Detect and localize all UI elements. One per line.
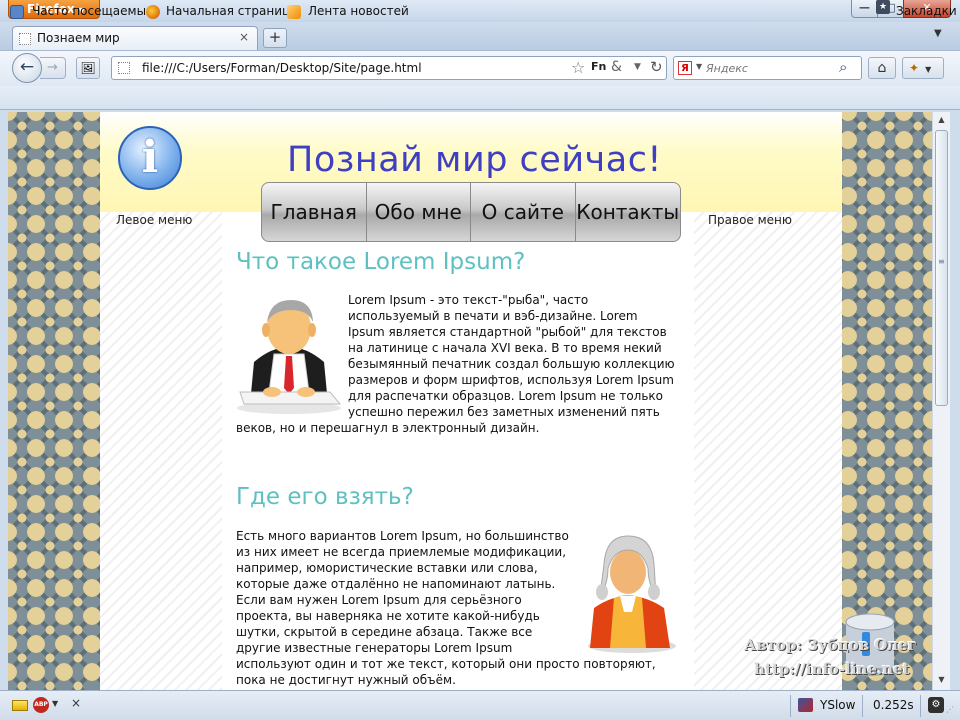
nav-item-about-site[interactable]: О сайте (471, 183, 576, 241)
addon-bar-icon[interactable] (12, 700, 28, 711)
blank-page-icon (118, 62, 130, 74)
section-paragraph: Lorem Ipsum - это текст-"рыба", часто ис… (236, 292, 675, 435)
tab-list-icon[interactable]: ▼ (934, 28, 942, 39)
gear-icon[interactable]: ⚙ (928, 697, 944, 713)
reload-icon[interactable]: ↻ (650, 58, 663, 76)
site-page: i Познай мир сейчас! Левое меню Правое м… (100, 112, 842, 690)
yslow-label[interactable]: YSlow (820, 698, 855, 712)
watermark-url: http://info-line.net (754, 660, 910, 678)
left-sidebar (100, 212, 222, 690)
search-bar[interactable]: Я ▼ ⌕ (673, 56, 862, 80)
smart-folder-icon (10, 5, 24, 19)
tab-active[interactable]: Познаем мир × (12, 26, 258, 51)
adblock-plus-icon[interactable]: ABP (33, 697, 49, 713)
yandex-icon[interactable]: Я (678, 61, 692, 75)
rss-icon (287, 5, 301, 19)
home-button[interactable]: ⌂ (868, 57, 896, 79)
vertical-scrollbar[interactable]: ▲ ≡ ▼ (932, 112, 950, 690)
bookmark-most-visited[interactable]: Часто посещаемые (32, 4, 153, 18)
puzzle-icon: ✦ (909, 61, 920, 75)
image-icon: 🖼 (80, 61, 96, 75)
bookmarks-menu-button[interactable]: Закладки (896, 4, 957, 18)
close-addon-bar-icon[interactable]: × (71, 696, 81, 710)
firefox-icon (146, 5, 160, 19)
bookmark-news-feed[interactable]: Лента новостей (308, 4, 409, 18)
back-button[interactable]: ← (12, 53, 42, 83)
url-text[interactable]: file:///C:/Users/Forman/Desktop/Site/pag… (142, 61, 422, 75)
nav-item-about-me[interactable]: Обо мне (367, 183, 471, 241)
url-history-dropdown-icon[interactable]: ▼ (634, 62, 641, 72)
nav-item-home[interactable]: Главная (262, 183, 367, 241)
addon-toolbar-button[interactable]: 🖼 (76, 57, 100, 79)
left-menu-label: Левое меню (116, 213, 193, 227)
info-logo-icon: i (118, 126, 182, 190)
status-divider (790, 695, 791, 717)
tab-title: Познаем мир (37, 31, 120, 45)
grip-icon: ≡ (938, 257, 945, 266)
fn-addon-icon[interactable]: Fn (591, 60, 606, 73)
status-divider (920, 695, 921, 717)
scroll-down-icon[interactable]: ▼ (933, 672, 950, 688)
bookmarks-menu-icon: ★ (876, 0, 890, 14)
addon-menu-button[interactable]: ✦ ▼ (902, 57, 944, 79)
bookmarks-toolbar (0, 86, 960, 110)
resize-grip-icon[interactable]: ⋰ (946, 705, 954, 714)
search-input[interactable] (706, 60, 836, 76)
chevron-down-icon[interactable]: ▼ (696, 62, 702, 71)
nav-item-contacts[interactable]: Контакты (576, 183, 681, 241)
load-time: 0.252s (873, 698, 914, 712)
url-bar[interactable]: file:///C:/Users/Forman/Desktop/Site/pag… (111, 56, 667, 80)
watermark-author: Автор: Зубцов Олег (744, 636, 917, 654)
site-title: Познай мир сейчас! (287, 140, 662, 180)
close-tab-icon[interactable]: × (239, 30, 249, 44)
site-nav-menu: Главная Обо мне О сайте Контакты (261, 182, 681, 242)
right-menu-label: Правое меню (708, 213, 792, 227)
status-divider (862, 695, 863, 717)
ampersand-addon-icon[interactable]: & (611, 59, 622, 75)
section-heading: Где его взять? (236, 484, 414, 510)
yslow-icon[interactable] (798, 698, 813, 712)
minimize-button[interactable]: — (851, 0, 878, 18)
page-viewport: i Познай мир сейчас! Левое меню Правое м… (8, 112, 932, 690)
blank-page-icon (19, 33, 31, 45)
bookmark-start-page[interactable]: Начальная страница (166, 4, 298, 18)
scroll-thumb[interactable]: ≡ (935, 130, 948, 406)
chevron-down-icon[interactable]: ▼ (52, 699, 58, 708)
section-paragraph: Есть много вариантов Lorem Ipsum, но бол… (236, 528, 676, 688)
wigged-man-illustration (576, 528, 676, 654)
section-heading: Что такое Lorem Ipsum? (236, 249, 526, 275)
new-tab-button[interactable]: + (263, 28, 287, 48)
author-watermark: Автор: Зубцов Олег http://info-line.net (668, 612, 928, 690)
forward-button[interactable]: → (40, 57, 66, 79)
search-icon[interactable]: ⌕ (839, 58, 847, 76)
chevron-down-icon: ▼ (925, 65, 932, 74)
office-worker-illustration (236, 292, 342, 416)
scroll-up-icon[interactable]: ▲ (933, 112, 950, 128)
bookmark-star-icon[interactable]: ☆ (571, 58, 585, 77)
status-bar: ABP ▼ × YSlow 0.252s ⚙ ⋰ (0, 690, 960, 720)
